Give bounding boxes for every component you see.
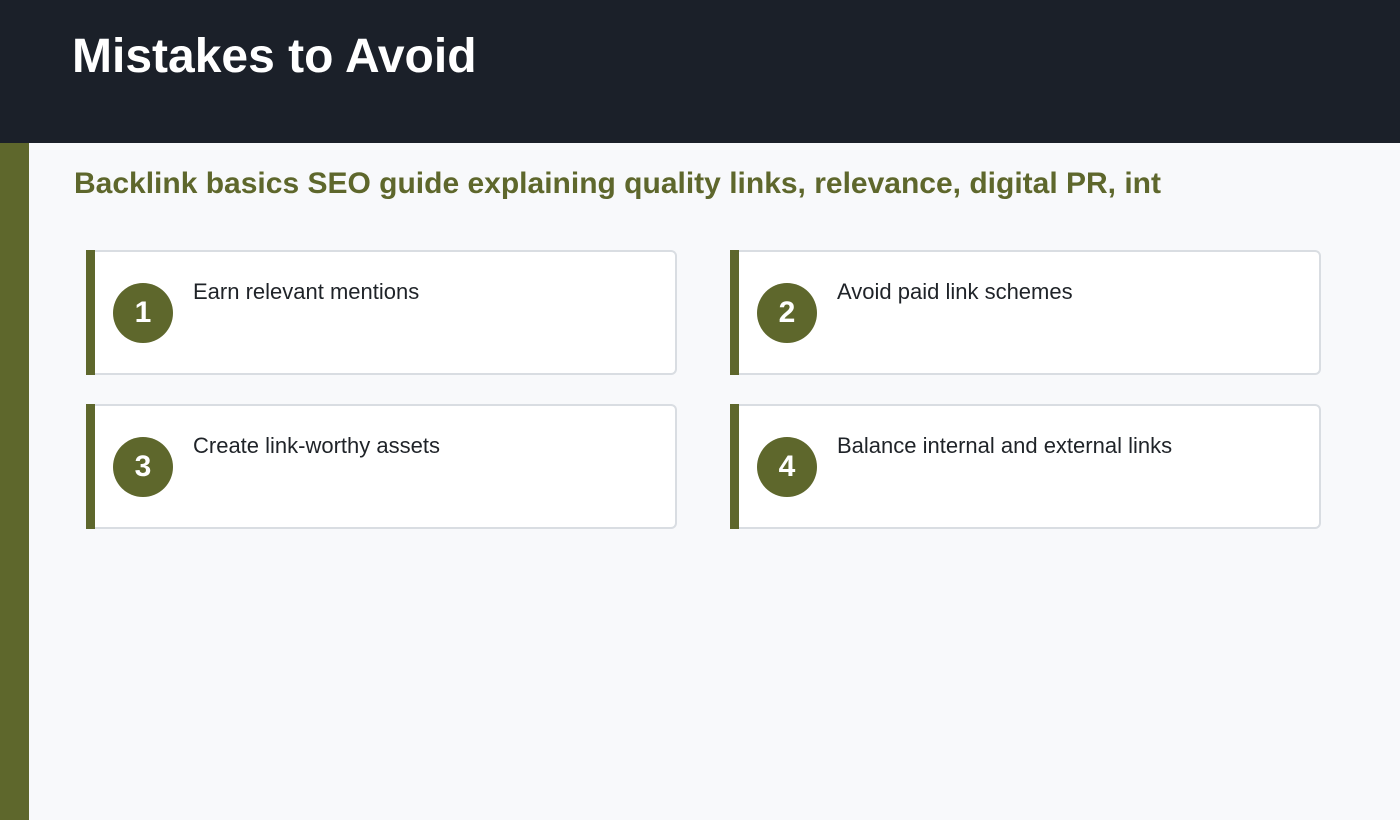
card-accent-bar: [86, 404, 95, 529]
number-badge: 1: [113, 283, 173, 343]
number-badge: 2: [757, 283, 817, 343]
number-badge: 3: [113, 437, 173, 497]
card-accent-bar: [730, 404, 739, 529]
mistake-card: 4 Balance internal and external links: [730, 404, 1321, 529]
side-accent-bar: [0, 143, 29, 820]
mistake-card: 1 Earn relevant mentions: [86, 250, 677, 375]
mistake-card: 2 Avoid paid link schemes: [730, 250, 1321, 375]
mistake-label: Avoid paid link schemes: [837, 279, 1073, 304]
page-title: Mistakes to Avoid: [72, 30, 477, 83]
card-accent-bar: [730, 250, 739, 375]
mistake-label: Earn relevant mentions: [193, 279, 420, 304]
page-subtitle: Backlink basics SEO guide explaining qua…: [74, 167, 1162, 200]
mistake-card: 3 Create link-worthy assets: [86, 404, 677, 529]
header-banner: Mistakes to Avoid: [0, 0, 1400, 143]
number-badge: 4: [757, 437, 817, 497]
card-accent-bar: [86, 250, 95, 375]
mistake-label: Create link-worthy assets: [193, 433, 440, 458]
mistake-label: Balance internal and external links: [837, 433, 1173, 458]
